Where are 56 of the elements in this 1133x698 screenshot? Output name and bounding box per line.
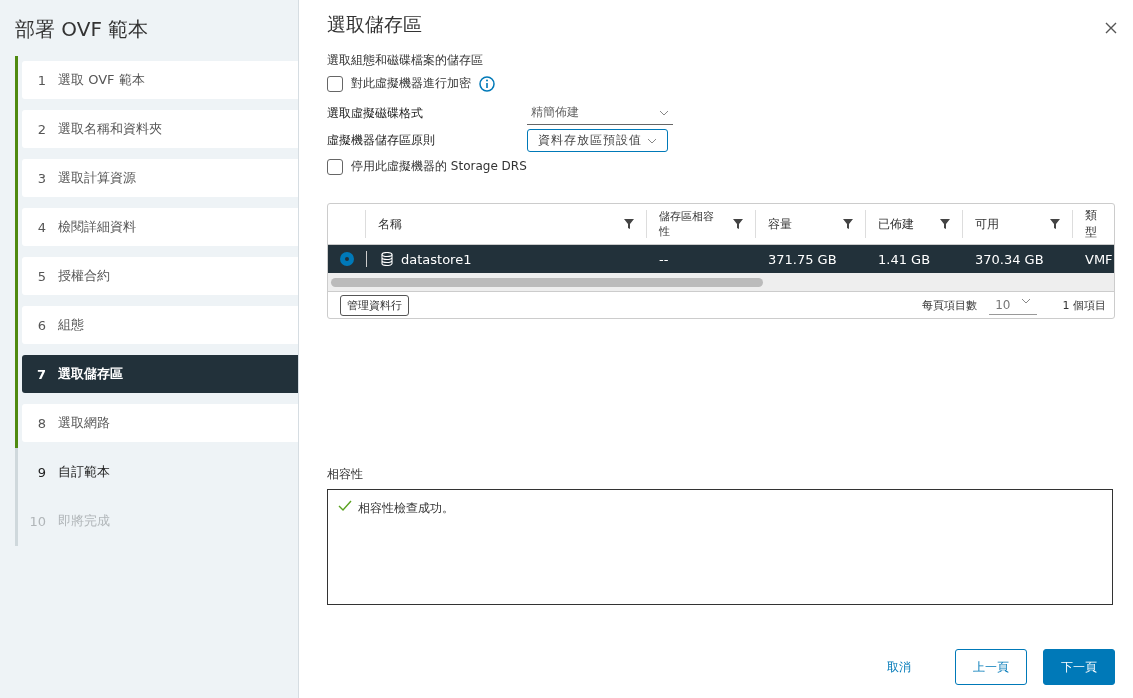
cancel-button[interactable]: 取消: [871, 649, 927, 685]
column-header[interactable]: 類型: [1085, 210, 1101, 238]
wizard-step[interactable]: 2 選取名稱和資料夾: [22, 110, 298, 148]
checkmark-icon: [338, 500, 352, 512]
table-cell: --: [659, 251, 669, 267]
column-header[interactable]: 名稱: [378, 215, 402, 233]
column-header[interactable]: 容量: [768, 215, 792, 233]
section-label: 相容性: [327, 466, 364, 483]
wizard-step[interactable]: 8 選取網路: [22, 404, 298, 442]
page-title: 選取儲存區: [327, 12, 422, 37]
table-row[interactable]: datastore1 -- 371.75 GB 1.41 GB 370.34 GB VMF: [328, 245, 1114, 273]
filter-icon[interactable]: [733, 219, 743, 229]
wizard-step[interactable]: 3 選取計算資源: [22, 159, 298, 197]
wizard-step[interactable]: 9 自訂範本: [22, 453, 298, 491]
filter-icon[interactable]: [1050, 219, 1060, 229]
table-cell: 1.41 GB: [878, 251, 931, 267]
section-subtitle: 選取組態和磁碟檔案的儲存區: [327, 52, 484, 69]
table-cell: 371.75 GB: [768, 251, 837, 267]
item-count: 1 個項目: [1062, 297, 1106, 313]
disk-format-dropdown[interactable]: 精簡佈建: [527, 102, 673, 125]
checkbox-label: 對此虛擬機器進行加密: [351, 75, 471, 92]
chevron-down-icon: [659, 109, 669, 116]
chevron-down-icon: [1020, 297, 1031, 304]
compatibility-message: 相容性檢查成功。: [358, 500, 454, 517]
page-size-dropdown[interactable]: 10: [989, 295, 1037, 315]
wizard-step[interactable]: 4 檢閱詳細資料: [22, 208, 298, 246]
filter-icon[interactable]: [940, 219, 950, 229]
next-button[interactable]: 下一頁: [1043, 649, 1115, 685]
database-icon: [381, 252, 393, 266]
column-header[interactable]: 可用: [975, 215, 999, 233]
info-icon[interactable]: [479, 75, 495, 92]
checkbox-label: 停用此虛擬機器的 Storage DRS: [351, 158, 527, 175]
wizard-step[interactable]: 5 授權合約: [22, 257, 298, 295]
storage-policy-dropdown[interactable]: 資料存放區預設值: [527, 129, 668, 152]
table-cell: VMF: [1085, 251, 1113, 267]
close-icon[interactable]: [1105, 22, 1117, 34]
back-button[interactable]: 上一頁: [955, 649, 1027, 685]
checkbox[interactable]: [327, 158, 343, 175]
column-header[interactable]: 儲存區相容性: [659, 210, 719, 238]
radio-button[interactable]: [340, 252, 354, 266]
table-cell: 370.34 GB: [975, 251, 1044, 267]
chevron-down-icon: [647, 137, 657, 144]
filter-icon[interactable]: [843, 219, 853, 229]
wizard-title: 部署 OVF 範本: [14, 16, 150, 43]
checkbox[interactable]: [327, 75, 343, 92]
field-label: 選取虛擬磁碟格式: [327, 105, 424, 122]
wizard-step[interactable]: 6 組態: [22, 306, 298, 344]
wizard-step[interactable]: 1 選取 OVF 範本: [22, 61, 298, 99]
scrollbar-thumb[interactable]: [331, 277, 763, 287]
table-cell: datastore1: [401, 251, 472, 267]
field-label: 虛擬機器儲存區原則: [327, 132, 436, 149]
filter-icon[interactable]: [624, 219, 634, 229]
column-header[interactable]: 已佈建: [878, 215, 914, 233]
page-size-label: 每頁項目數: [922, 297, 978, 313]
manage-columns-button[interactable]: 管理資料行: [340, 294, 409, 316]
wizard-step[interactable]: 7 選取儲存區: [22, 355, 298, 393]
